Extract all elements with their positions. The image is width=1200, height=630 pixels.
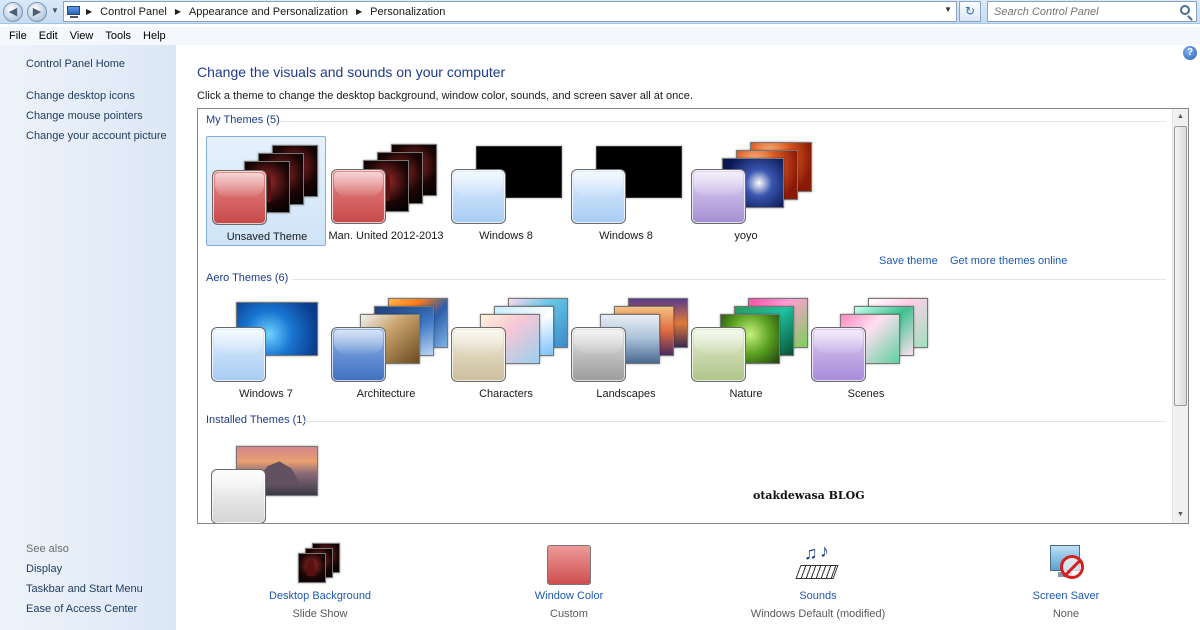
sidebar: Control Panel Home Change desktop icons …: [0, 45, 176, 630]
scroll-down-arrow-icon[interactable]: ▼: [1173, 507, 1188, 523]
breadcrumb-chevron-icon[interactable]: ▶: [356, 7, 362, 16]
menu-view[interactable]: View: [64, 27, 100, 45]
group-my-themes[interactable]: My Themes (5): [206, 114, 280, 126]
theme-tile-scenes[interactable]: Scenes: [806, 294, 928, 404]
get-more-themes-link[interactable]: Get more themes online: [950, 255, 1067, 267]
theme-label: Windows 8: [479, 230, 533, 242]
color-swatch: [331, 169, 386, 224]
menu-tools[interactable]: Tools: [99, 27, 137, 45]
color-swatch: [571, 327, 626, 382]
refresh-button[interactable]: ↻: [959, 1, 981, 22]
sidebar-change-mouse-pointers[interactable]: Change mouse pointers: [26, 110, 143, 122]
screen-saver-value: None: [1052, 608, 1080, 620]
menu-help[interactable]: Help: [137, 27, 172, 45]
breadcrumb-chevron-icon[interactable]: ▶: [175, 7, 181, 16]
screen-saver-setting[interactable]: Screen Saver None: [966, 540, 1166, 625]
theme-tile-landscapes[interactable]: Landscapes: [566, 294, 688, 404]
theme-tile-windows-7[interactable]: Windows 7: [206, 294, 326, 404]
address-bar: ◀ ▶ ▼ ▶ Control Panel ▶ Appearance and P…: [0, 0, 1200, 24]
color-swatch: [691, 169, 746, 224]
group-aero-themes[interactable]: Aero Themes (6): [206, 272, 288, 284]
menu-edit[interactable]: Edit: [33, 27, 64, 45]
scroll-up-arrow-icon[interactable]: ▲: [1173, 109, 1188, 125]
help-icon[interactable]: ?: [1183, 46, 1197, 60]
color-swatch: [211, 327, 266, 382]
address-chevron-down-icon[interactable]: ▼: [944, 5, 952, 14]
see-also-heading: See also: [26, 543, 69, 555]
theme-tile-windows-8[interactable]: Windows 8: [446, 136, 566, 246]
theme-tile-architecture[interactable]: Architecture: [326, 294, 448, 404]
search-input[interactable]: [988, 2, 1168, 21]
color-swatch: [212, 170, 267, 225]
theme-label: Nature: [729, 388, 763, 400]
sidebar-change-desktop-icons[interactable]: Change desktop icons: [26, 90, 135, 102]
sounds-setting[interactable]: ♫ ♪ Sounds Windows Default (modified): [718, 540, 918, 625]
group-divider: [304, 421, 1166, 422]
theme-tile-man-united[interactable]: Man. United 2012-2013: [326, 136, 446, 246]
back-button[interactable]: ◀: [3, 2, 23, 22]
slideshow-icon[interactable]: [298, 543, 342, 585]
group-installed-themes[interactable]: Installed Themes (1): [206, 414, 306, 426]
screen-saver-link[interactable]: Screen Saver: [966, 590, 1166, 602]
screen-saver-icon[interactable]: [1044, 543, 1088, 585]
desktop-background-link[interactable]: Desktop Background: [220, 590, 420, 602]
page-description: Click a theme to change the desktop back…: [197, 90, 693, 102]
window-color-setting[interactable]: Window Color Custom: [469, 540, 669, 625]
window-color-swatch[interactable]: [547, 543, 591, 585]
color-swatch: [451, 169, 506, 224]
recent-pages-chevron-down-icon[interactable]: ▼: [51, 6, 59, 15]
sidebar-display[interactable]: Display: [26, 563, 62, 575]
sidebar-control-panel-home[interactable]: Control Panel Home: [26, 58, 125, 70]
blog-watermark: otakdewasa BLOG: [753, 489, 865, 502]
theme-label: Windows 8: [599, 230, 653, 242]
desktop-background-value: Slide Show: [292, 608, 348, 620]
theme-tile-unsaved[interactable]: Unsaved Theme: [206, 136, 326, 246]
breadcrumb-personalization[interactable]: Personalization: [370, 6, 445, 18]
scroll-thumb[interactable]: [1174, 126, 1187, 406]
sounds-value: Windows Default (modified): [750, 608, 886, 620]
group-divider: [292, 279, 1166, 280]
window-color-value: Custom: [550, 608, 588, 620]
desktop-background-setting[interactable]: Desktop Background Slide Show: [220, 540, 420, 625]
color-swatch: [691, 327, 746, 382]
theme-tile-windows-8-alt[interactable]: Windows 8: [566, 136, 686, 246]
page-title: Change the visuals and sounds on your co…: [197, 64, 506, 80]
save-theme-link[interactable]: Save theme: [879, 255, 938, 267]
menu-file[interactable]: File: [3, 27, 33, 45]
theme-label: Landscapes: [596, 388, 656, 400]
theme-tile-yoyo[interactable]: yoyo: [686, 136, 812, 246]
color-swatch: [331, 327, 386, 382]
breadcrumb[interactable]: ▶ Control Panel ▶ Appearance and Persona…: [63, 1, 957, 22]
sidebar-ease-of-access[interactable]: Ease of Access Center: [26, 603, 137, 615]
theme-tile-characters[interactable]: Characters: [446, 294, 568, 404]
sidebar-change-account-picture[interactable]: Change your account picture: [26, 130, 167, 142]
color-swatch: [571, 169, 626, 224]
theme-label: Characters: [479, 388, 533, 400]
theme-tile-installed[interactable]: [206, 436, 326, 523]
music-notes-icon[interactable]: ♫ ♪: [795, 541, 840, 585]
theme-label: Man. United 2012-2013: [328, 230, 444, 242]
theme-tile-nature[interactable]: Nature: [686, 294, 808, 404]
theme-label: Architecture: [356, 388, 416, 400]
control-panel-icon: [66, 5, 82, 19]
search-box[interactable]: [987, 1, 1197, 22]
window-color-link[interactable]: Window Color: [469, 590, 669, 602]
sounds-link[interactable]: Sounds: [718, 590, 918, 602]
breadcrumb-appearance[interactable]: Appearance and Personalization: [189, 6, 348, 18]
search-icon[interactable]: [1180, 5, 1190, 15]
theme-label: yoyo: [734, 230, 758, 242]
sidebar-taskbar-start-menu[interactable]: Taskbar and Start Menu: [26, 583, 143, 595]
color-swatch: [811, 327, 866, 382]
color-swatch: [211, 469, 266, 523]
group-divider: [280, 121, 1166, 122]
theme-list: My Themes (5) Unsaved Theme Man. United …: [197, 108, 1189, 524]
forward-button[interactable]: ▶: [27, 2, 47, 22]
theme-label: Scenes: [847, 388, 885, 400]
menu-bar: File Edit View Tools Help: [0, 27, 1200, 45]
breadcrumb-chevron-icon[interactable]: ▶: [86, 7, 92, 16]
breadcrumb-control-panel[interactable]: Control Panel: [100, 6, 167, 18]
vertical-scrollbar[interactable]: ▲ ▼: [1172, 109, 1188, 523]
color-swatch: [451, 327, 506, 382]
